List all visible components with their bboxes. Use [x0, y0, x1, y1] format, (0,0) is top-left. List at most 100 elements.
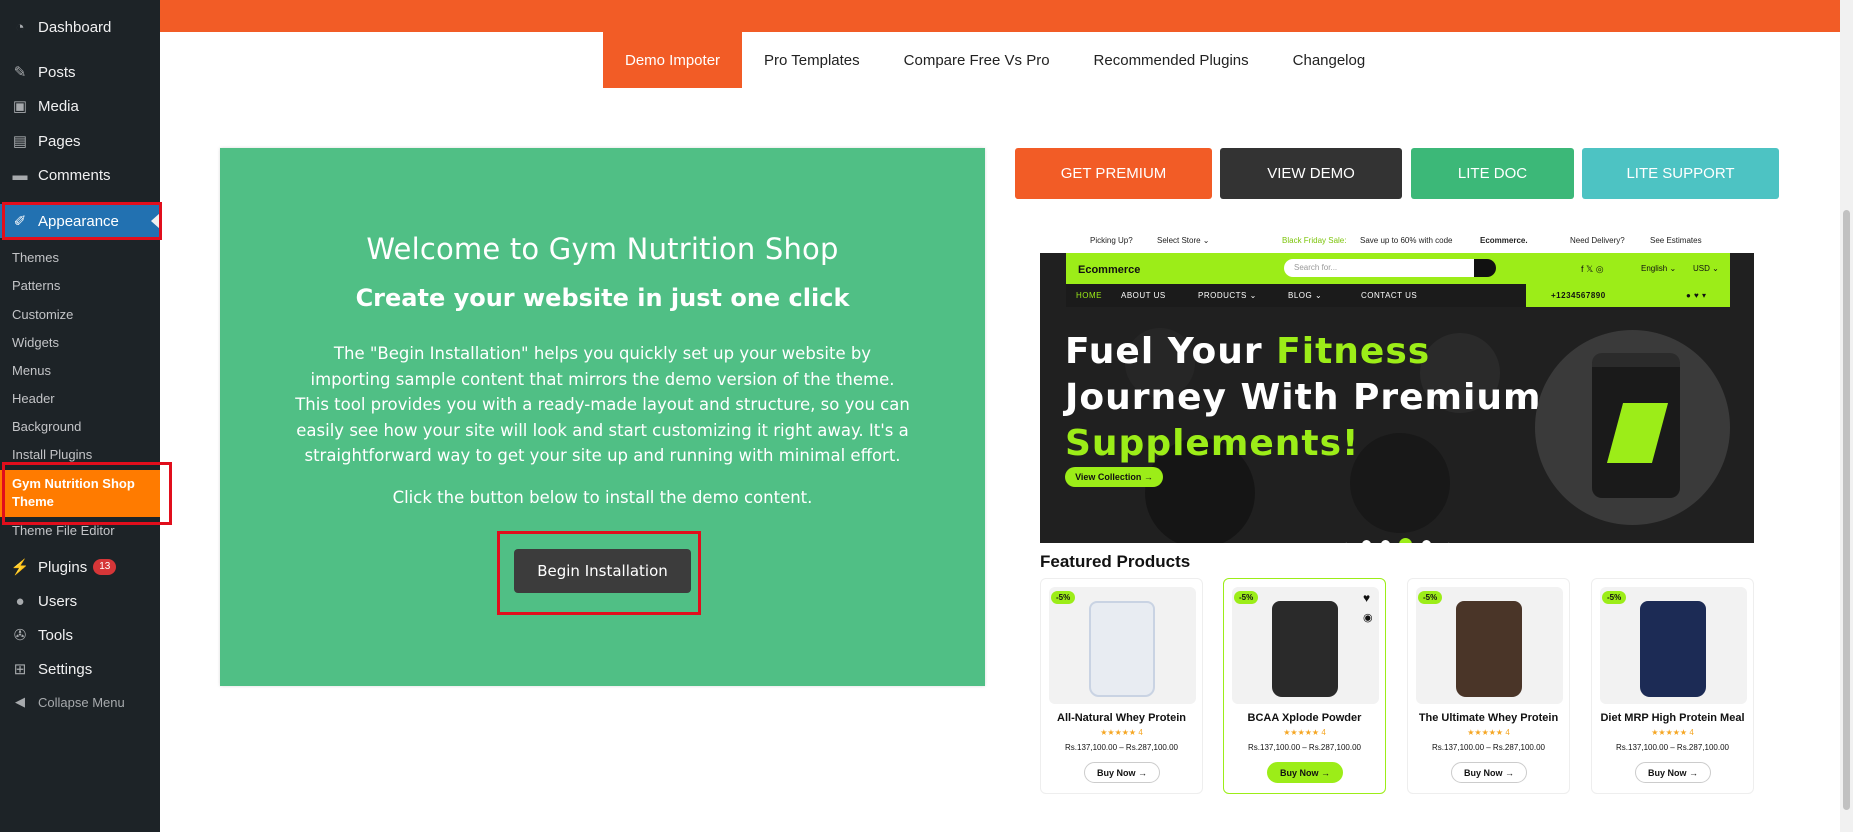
sidebar-item-label: Media [38, 97, 79, 115]
sidebar-item-dashboard[interactable]: ◔ Dashboard [0, 10, 160, 44]
submenu-theme-file-editor[interactable]: Theme File Editor [12, 523, 115, 538]
product-rating: ★★★★★ 4 [1467, 728, 1510, 737]
submenu-widgets[interactable]: Widgets [12, 335, 59, 350]
product-name[interactable]: Diet MRP High Protein Meal [1592, 712, 1753, 724]
product-card[interactable]: -5% All-Natural Whey Protein ★★★★★ 4 Rs.… [1040, 578, 1203, 794]
tab-demo-impoter[interactable]: Demo Impoter [603, 32, 743, 88]
product-image [1089, 601, 1155, 697]
preview-search-input[interactable]: Search for... [1284, 259, 1484, 277]
tab-recommended-plugins[interactable]: Recommended Plugins [1072, 32, 1271, 88]
submenu-themes[interactable]: Themes [12, 250, 59, 265]
panel-subheading: Create your website in just one click [355, 284, 850, 312]
sidebar-item-appearance[interactable]: ✐ Appearance [0, 204, 160, 238]
submenu-background[interactable]: Background [12, 419, 81, 434]
submenu-menus[interactable]: Menus [12, 363, 51, 378]
nav-home[interactable]: HOME [1076, 291, 1102, 300]
sidebar-item-label: Users [38, 592, 78, 610]
collapse-menu-button[interactable]: ◀ Collapse Menu [0, 685, 160, 719]
product-rating: ★★★★★ 4 [1283, 728, 1326, 737]
sidebar-item-pages[interactable]: ▤ Pages [0, 124, 160, 158]
pin-icon: ✎ [13, 64, 27, 81]
comment-icon: ▬ [12, 166, 28, 184]
submenu-patterns[interactable]: Patterns [12, 278, 60, 293]
slider-dot[interactable] [1381, 540, 1390, 543]
product-name[interactable]: BCAA Xplode Powder [1224, 712, 1385, 724]
tab-changelog[interactable]: Changelog [1271, 32, 1388, 88]
sidebar-item-label: Collapse Menu [38, 694, 125, 710]
submenu-header[interactable]: Header [12, 391, 55, 406]
demo-importer-panel: Welcome to Gym Nutrition Shop Create you… [220, 148, 985, 686]
sidebar-item-users[interactable]: ● Users [0, 584, 160, 618]
sidebar-item-posts[interactable]: ✎ Posts [0, 55, 160, 89]
slider-next-icon[interactable]: → [1441, 535, 1453, 543]
sidebar-item-label: Comments [38, 166, 111, 184]
get-premium-button[interactable]: GET PREMIUM [1015, 148, 1212, 199]
nav-about[interactable]: ABOUT US [1121, 291, 1166, 300]
nav-contact[interactable]: CONTACT US [1361, 291, 1417, 300]
lite-doc-button[interactable]: LITE DOC [1411, 148, 1574, 199]
product-name[interactable]: The Ultimate Whey Protein [1408, 712, 1569, 724]
product-name[interactable]: All-Natural Whey Protein [1041, 712, 1202, 724]
product-card[interactable]: -5% The Ultimate Whey Protein ★★★★★ 4 Rs… [1407, 578, 1570, 794]
tab-compare[interactable]: Compare Free Vs Pro [882, 32, 1072, 88]
sidebar-item-comments[interactable]: ▬ Comments [0, 158, 160, 192]
currency-select[interactable]: USD ⌄ [1693, 264, 1719, 273]
buy-now-button[interactable]: Buy Now → [1084, 762, 1160, 783]
hero-highlight: Fitness [1276, 331, 1431, 372]
product-image [1272, 601, 1338, 697]
buy-now-button[interactable]: Buy Now → [1267, 762, 1343, 783]
settings-icon: ⊞ [13, 661, 27, 678]
nav-blog[interactable]: BLOG ⌄ [1288, 291, 1322, 300]
buy-now-button[interactable]: Buy Now → [1451, 762, 1527, 783]
sidebar-item-label: Pages [38, 132, 81, 150]
sidebar-item-plugins[interactable]: ⚡ Plugins 13 [0, 550, 160, 584]
product-image [1640, 601, 1706, 697]
wishlist-icon[interactable]: ♥ [1363, 591, 1370, 605]
phone-number: +1234567890 [1551, 291, 1606, 300]
language-select[interactable]: English ⌄ [1641, 264, 1676, 273]
cart-icons[interactable]: ● ♥ ▾ [1686, 291, 1707, 300]
product-card[interactable]: -5% Diet MRP High Protein Meal ★★★★★ 4 R… [1591, 578, 1754, 794]
lite-support-button[interactable]: LITE SUPPORT [1582, 148, 1779, 199]
need-delivery-text: Need Delivery? [1570, 236, 1625, 245]
submenu-customize[interactable]: Customize [12, 307, 73, 322]
preview-nav-menu: HOME ABOUT US PRODUCTS ⌄ BLOG ⌄ CONTACT … [1066, 284, 1730, 307]
view-collection-button[interactable]: View Collection → [1065, 467, 1163, 487]
preview-search-icon[interactable] [1474, 259, 1496, 277]
hero-line-2: Journey With Premium [1065, 377, 1542, 418]
begin-installation-button[interactable]: Begin Installation [514, 549, 691, 593]
sidebar-item-label: Plugins [38, 558, 88, 576]
scrollbar-thumb[interactable] [1843, 210, 1850, 810]
buy-now-button[interactable]: Buy Now → [1635, 762, 1711, 783]
slider-prev-icon[interactable]: ← [1342, 535, 1354, 543]
nav-products[interactable]: PRODUCTS ⌄ [1198, 291, 1257, 300]
collapse-icon: ◀ [15, 694, 25, 709]
slider-dot[interactable] [1422, 540, 1431, 543]
theme-preview: Picking Up? Select Store ⌄ Black Friday … [1040, 230, 1754, 795]
sidebar-item-settings[interactable]: ⊞ Settings [0, 652, 160, 686]
product-price: Rs.137,100.00 – Rs.287,100.00 [1616, 743, 1729, 752]
view-demo-button[interactable]: VIEW DEMO [1220, 148, 1402, 199]
sidebar-item-label: Tools [38, 626, 74, 644]
slider-dot[interactable] [1362, 540, 1371, 543]
quick-view-icon[interactable]: ◉ [1363, 611, 1373, 624]
sidebar-item-label: Settings [38, 660, 93, 678]
submenu-gym-nutrition-shop-theme[interactable]: Gym Nutrition Shop Theme [0, 470, 160, 517]
sidebar-item-tools[interactable]: ✇ Tools [0, 618, 160, 652]
social-icons: f 𝕏 ◎ [1581, 264, 1604, 274]
user-icon: ● [15, 592, 25, 610]
plug-icon: ⚡ [10, 559, 30, 576]
welcome-title: Welcome to Gym Nutrition Shop [366, 232, 839, 266]
submenu-install-plugins[interactable]: Install Plugins [12, 447, 92, 462]
preview-brand: Ecommerce [1078, 264, 1141, 276]
pages-icon: ▤ [12, 133, 28, 150]
install-instruction: Click the button below to install the de… [392, 488, 813, 507]
tab-pro-templates[interactable]: Pro Templates [742, 32, 882, 88]
update-count-badge: 13 [93, 559, 117, 575]
hero-text: Fuel Your [1065, 331, 1277, 372]
product-price: Rs.137,100.00 – Rs.287,100.00 [1065, 743, 1178, 752]
panel-description: The "Begin Installation" helps you quick… [295, 344, 910, 465]
theme-header-bar [160, 0, 1853, 32]
product-card[interactable]: -5% ♥ ◉ BCAA Xplode Powder ★★★★★ 4 Rs.13… [1223, 578, 1386, 794]
sidebar-item-media[interactable]: ▣ Media [0, 89, 160, 123]
